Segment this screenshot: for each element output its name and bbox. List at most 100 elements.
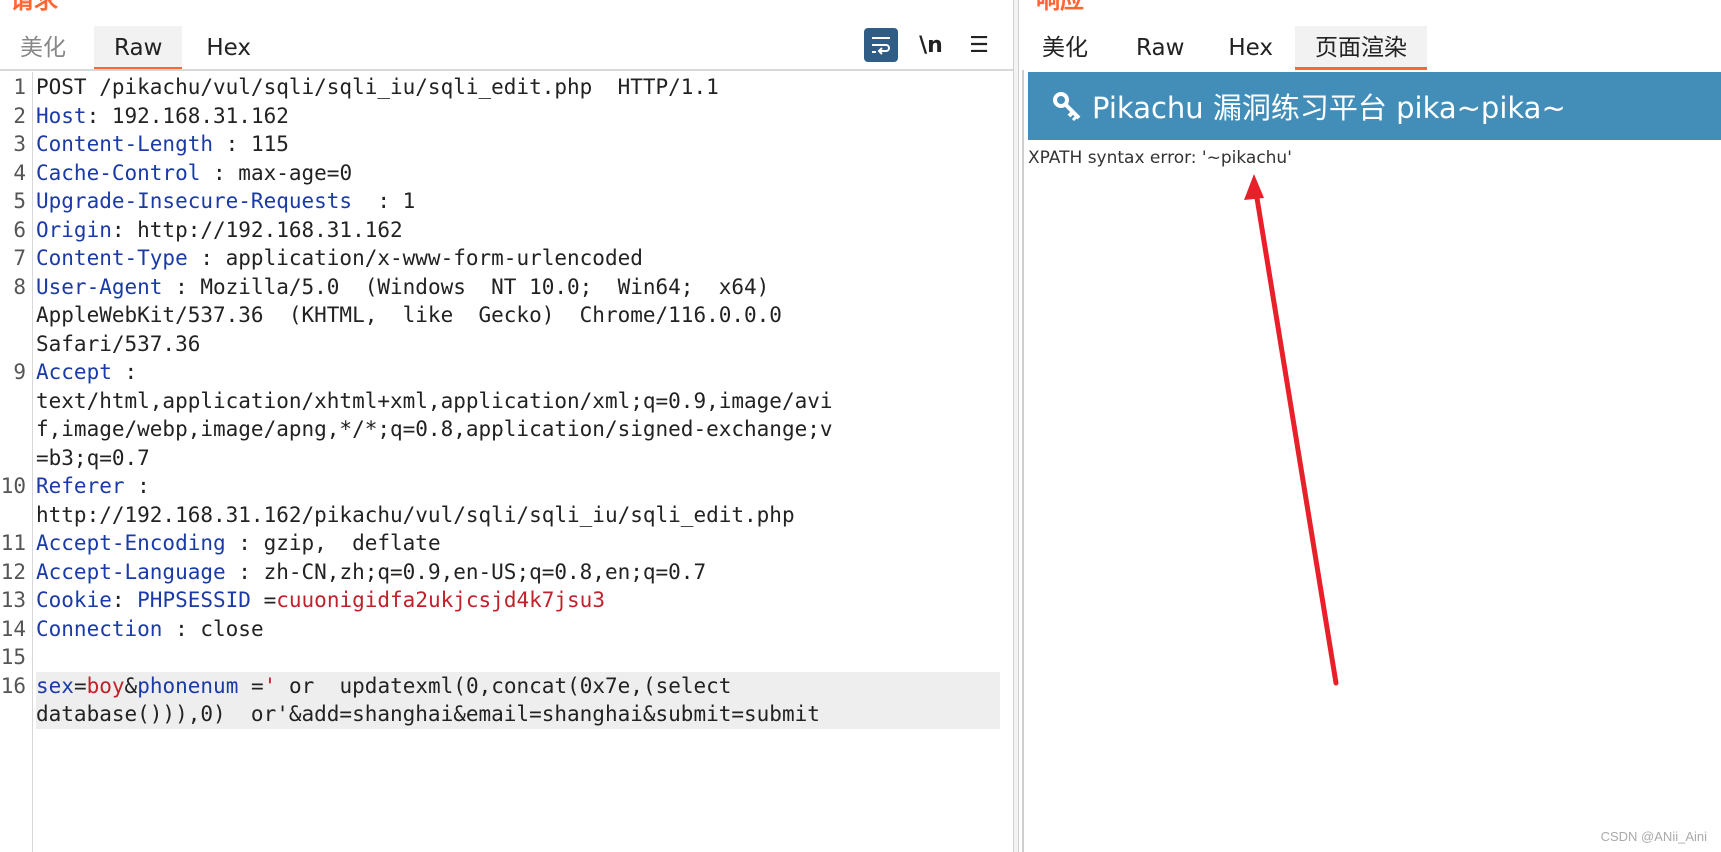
tab-raw[interactable]: Raw	[94, 26, 183, 70]
request-editor[interactable]: 1 POST /pikachu/vul/sqli/sqli_iu/sqli_edi…	[0, 73, 1000, 729]
code-text: : application/x-www-form-urlencoded	[187, 246, 643, 270]
code-text: : max-age=0	[200, 160, 353, 185]
code-line: 13 Cookie: PHPSESSID =cuuonigidfa2ukjcsjd…	[0, 586, 1000, 615]
header-key: Content-Type	[36, 246, 188, 270]
header-key: Accept-Language	[36, 559, 226, 584]
code-text: : http://192.168.31.162/pikachu/vul/sqli…	[36, 474, 795, 527]
code-text: =	[238, 673, 264, 698]
tab-render[interactable]: 页面渲染	[1295, 26, 1428, 70]
line-number: 6	[13, 217, 26, 242]
line-content: Cache-Control : max-age=0	[36, 159, 1000, 188]
rendered-page: Pikachu 漏洞练习平台 pika~pika~ XPATH syntax e…	[1022, 70, 1721, 852]
header-key: Origin	[36, 217, 112, 242]
code-text: : http://192.168.31.162	[111, 217, 403, 242]
watermark: CSDN @ANii_Aini	[1600, 829, 1707, 844]
code-text: =	[73, 673, 87, 698]
header-key: Content-Length	[36, 132, 214, 156]
line-content: Accept : text/html,application/xhtml+xml…	[36, 358, 1000, 472]
code-line: 7 Content-Type : application/x-www-form-u…	[0, 244, 1000, 273]
header-key: Upgrade-Insecure-Requests	[36, 189, 353, 213]
line-number: 1	[13, 75, 26, 99]
code-text: : text/html,application/xhtml+xml,applic…	[36, 360, 833, 470]
newline-toggle-button[interactable]: \n	[914, 28, 948, 62]
key-icon	[1052, 91, 1082, 121]
line-number: 5	[13, 189, 26, 213]
code-text: : gzip, deflate	[225, 531, 441, 555]
line-content: Upgrade-Insecure-Requests : 1	[36, 187, 1000, 216]
tab-hex[interactable]: Hex	[1208, 26, 1293, 70]
code-text: POST /pikachu/vul/sqli/sqli_iu/sqli_edit…	[36, 75, 719, 99]
header-key: User-Agent	[36, 274, 163, 299]
line-number: 11	[0, 531, 26, 555]
request-tabs: 美化 Raw Hex	[0, 26, 271, 70]
code-text: &	[124, 673, 138, 698]
header-key: phonenum	[137, 673, 239, 698]
line-content	[36, 643, 1000, 672]
code-text: : 115	[213, 132, 289, 156]
tab-raw[interactable]: Raw	[1116, 26, 1204, 70]
request-pane-title: 请求	[10, 0, 58, 14]
header-key: Cookie	[36, 588, 112, 612]
line-number: 7	[13, 246, 26, 270]
header-key: Connection	[36, 616, 163, 641]
site-banner: Pikachu 漏洞练习平台 pika~pika~	[1028, 72, 1721, 140]
code-line: 16 sex=boy&phonenum =' or updatexml(0,con…	[0, 671, 1000, 729]
header-key: sex	[36, 673, 74, 698]
line-number: 4	[13, 160, 26, 185]
code-line: 9 Accept : text/html,application/xhtml+xm…	[0, 358, 1000, 472]
code-line: 11 Accept-Encoding : gzip, deflate	[0, 529, 1000, 558]
code-text: =	[250, 588, 277, 612]
tabs-underline	[0, 69, 1013, 71]
line-content: Connection : close	[36, 615, 1000, 644]
wrap-lines-icon[interactable]	[864, 28, 898, 62]
tab-pretty[interactable]: 美化	[1022, 26, 1108, 70]
line-content: Referer : http://192.168.31.162/pikachu/…	[36, 472, 1000, 529]
line-number: 16	[0, 673, 26, 698]
code-text: : 1	[352, 189, 416, 213]
code-line: 14 Connection : close	[0, 615, 1000, 644]
line-number: 12	[0, 559, 26, 584]
line-content: Accept-Encoding : gzip, deflate	[36, 529, 1000, 558]
response-pane-title: 响应	[1036, 0, 1084, 14]
pane-splitter[interactable]	[1013, 0, 1019, 852]
code-text: :	[111, 588, 138, 612]
line-number: 14	[0, 616, 26, 641]
code-line: 2 Host: 192.168.31.162	[0, 102, 1000, 131]
code-text: : zh-CN,zh;q=0.9,en-US;q=0.8,en;q=0.7	[225, 559, 707, 584]
banner-title: Pikachu 漏洞练习平台 pika~pika~	[1092, 91, 1566, 125]
tab-pretty[interactable]: 美化	[0, 26, 86, 70]
line-number: 8	[13, 274, 26, 299]
wrap-lines-glyph	[872, 37, 890, 55]
code-line: 8 User-Agent : Mozilla/5.0 (Windows NT 10…	[0, 273, 1000, 359]
param-value: cuuonigidfa2ukjcsjd4k7jsu3	[276, 588, 605, 612]
code-line: 12 Accept-Language : zh-CN,zh;q=0.9,en-US…	[0, 558, 1000, 587]
line-content: sex=boy&phonenum =' or updatexml(0,conca…	[36, 671, 1000, 729]
header-key: Referer	[36, 474, 125, 498]
code-line: 5 Upgrade-Insecure-Requests : 1	[0, 187, 1000, 216]
code-line: 10 Referer : http://192.168.31.162/pikach…	[0, 472, 1000, 529]
line-content: POST /pikachu/vul/sqli/sqli_iu/sqli_edit…	[36, 73, 1000, 102]
code-line: 1 POST /pikachu/vul/sqli/sqli_iu/sqli_edi…	[0, 73, 1000, 102]
line-content: Origin: http://192.168.31.162	[36, 216, 1000, 245]
code-line: 3 Content-Length : 115	[0, 130, 1000, 159]
line-number: 3	[13, 132, 26, 156]
header-key: Accept-Encoding	[36, 531, 226, 555]
code-line: 15	[0, 643, 1000, 672]
line-content: Host: 192.168.31.162	[36, 102, 1000, 131]
tab-hex[interactable]: Hex	[186, 26, 271, 70]
header-key: Accept	[36, 360, 112, 384]
line-number: 9	[13, 360, 26, 384]
code-line: 6 Origin: http://192.168.31.162	[0, 216, 1000, 245]
header-key: Host	[36, 103, 87, 128]
hamburger-menu-icon[interactable]: ☰	[962, 28, 996, 62]
line-number: 13	[0, 588, 26, 612]
code-line: 4 Cache-Control : max-age=0	[0, 159, 1000, 188]
code-text: : 192.168.31.162	[86, 103, 289, 128]
line-content: Content-Length : 115	[36, 130, 1000, 159]
param-value: boy	[86, 673, 125, 698]
line-number: 15	[0, 645, 26, 669]
line-number: 10	[0, 474, 26, 498]
line-content: Content-Type : application/x-www-form-ur…	[36, 244, 1000, 273]
line-number: 2	[13, 103, 26, 128]
response-tabs: 美化 Raw Hex 页面渲染	[1022, 26, 1428, 70]
